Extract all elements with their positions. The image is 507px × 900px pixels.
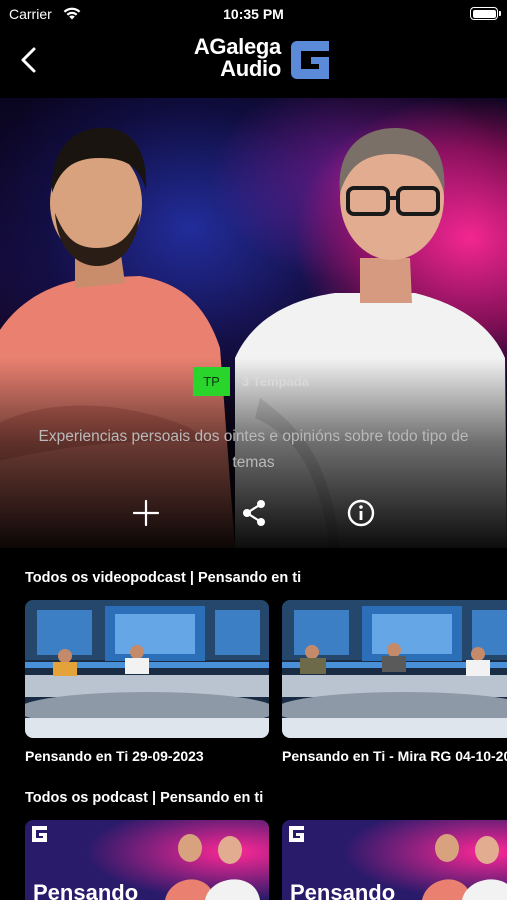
podcast-cover: Pensando bbox=[282, 820, 507, 900]
podcast-card[interactable]: Pensando bbox=[282, 820, 507, 900]
season-label: 3 Tempada bbox=[242, 374, 309, 389]
g-logo-icon bbox=[289, 826, 304, 842]
video-card-title: Pensando en Ti - Mira RG 04-10-2023 bbox=[282, 748, 507, 764]
battery-icon bbox=[470, 7, 501, 20]
section-title-podcast: Todos os podcast | Pensando en ti bbox=[25, 790, 264, 806]
share-button[interactable] bbox=[238, 497, 270, 529]
info-button[interactable] bbox=[345, 497, 377, 529]
g-logo-icon bbox=[32, 826, 47, 842]
svg-text:Pensando: Pensando bbox=[33, 880, 138, 900]
add-button[interactable] bbox=[130, 497, 162, 529]
hero-gradient-overlay bbox=[0, 98, 507, 548]
studio-thumbnail bbox=[282, 600, 507, 738]
video-card-title: Pensando en Ti 29-09-2023 bbox=[25, 748, 204, 764]
g-logo-icon bbox=[291, 41, 329, 79]
studio-thumbnail bbox=[25, 600, 269, 738]
agalega-audio-logo: AGalega Audio bbox=[175, 36, 335, 84]
podcast-card[interactable]: Pensando bbox=[25, 820, 269, 900]
logo-line1: AGalega bbox=[193, 34, 281, 59]
section-title-videopodcast: Todos os videopodcast | Pensando en ti bbox=[25, 570, 302, 586]
svg-text:Pensando: Pensando bbox=[290, 880, 395, 900]
podcast-description: Experiencias persoais dos ointes e opini… bbox=[38, 428, 469, 471]
video-card[interactable] bbox=[282, 600, 507, 738]
hero-banner bbox=[0, 98, 507, 548]
status-bar: Carrier 10:35 PM bbox=[0, 0, 507, 28]
clock: 10:35 PM bbox=[223, 6, 284, 22]
logo-line2: Audio bbox=[220, 56, 281, 81]
rating-badge: TP bbox=[193, 367, 230, 396]
video-card[interactable] bbox=[25, 600, 269, 738]
podcast-cover: Pensando bbox=[25, 820, 269, 900]
back-button[interactable] bbox=[16, 44, 44, 76]
